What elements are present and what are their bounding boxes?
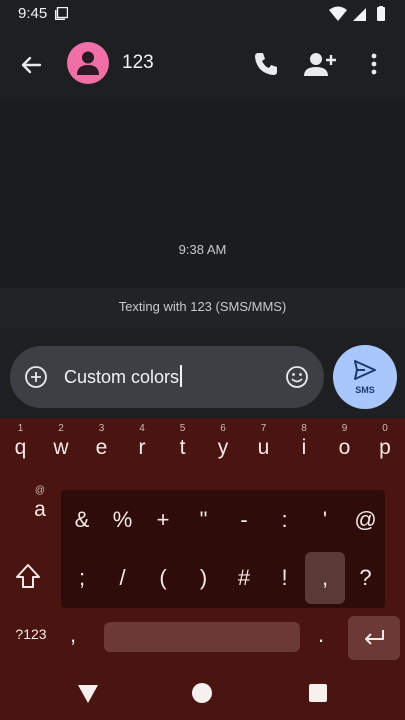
symbol-key[interactable]: :	[265, 494, 305, 546]
enter-icon	[365, 630, 384, 645]
key-w[interactable]: 2w	[41, 420, 81, 476]
symbol-key[interactable]: #	[224, 552, 264, 604]
navigation-bar	[0, 666, 405, 720]
key-u[interactable]: 7u	[244, 420, 284, 476]
status-bar: 9:45	[0, 0, 405, 28]
key-r[interactable]: 4r	[122, 420, 162, 476]
symbol-key[interactable]: "	[184, 494, 224, 546]
phone-icon[interactable]	[253, 51, 279, 77]
key-q[interactable]: 1q	[1, 420, 41, 476]
symbols-key[interactable]: ?123	[8, 626, 54, 650]
compose-bar: Custom colors SMS	[0, 328, 405, 418]
symbol-key[interactable]: &	[62, 494, 102, 546]
enter-key[interactable]	[348, 616, 400, 660]
key-hint: @	[34, 485, 46, 496]
symbol-key[interactable]: !	[265, 552, 305, 604]
person-icon	[77, 51, 99, 75]
symbol-key[interactable]: /	[103, 552, 143, 604]
send-label: SMS	[355, 385, 375, 395]
key-hint: 1	[17, 423, 24, 434]
avatar[interactable]	[67, 42, 109, 84]
key-hint: 2	[58, 423, 64, 434]
symbol-popup: &% + " -: ' @ ; /() #!,?	[61, 490, 385, 608]
symbol-key[interactable]: -	[224, 494, 264, 546]
conversation-header: 123	[0, 28, 405, 100]
status-icons	[329, 6, 385, 21]
send-icon	[354, 360, 376, 380]
nav-back-icon[interactable]	[77, 684, 99, 704]
key-hint: 0	[382, 423, 388, 434]
key-hint: 9	[341, 423, 348, 434]
add-contact-icon[interactable]	[304, 50, 336, 78]
message-input[interactable]: Custom colors	[64, 365, 183, 388]
key-y[interactable]: 6y	[203, 420, 243, 476]
notification-icon	[55, 7, 68, 20]
key-a[interactable]: @ a	[20, 482, 60, 538]
key-hint: 3	[98, 423, 105, 434]
symbol-key[interactable]: %	[103, 494, 143, 546]
symbol-key[interactable]: ;	[62, 552, 102, 604]
add-attachment-icon[interactable]	[24, 365, 48, 389]
back-arrow-icon[interactable]	[16, 50, 46, 80]
key-hint: 8	[301, 423, 307, 434]
nav-recents-icon[interactable]	[309, 684, 327, 702]
signal-icon	[353, 8, 366, 21]
key-t[interactable]: 5t	[163, 420, 203, 476]
key-hint: 6	[220, 423, 226, 434]
period-key[interactable]: .	[318, 622, 324, 648]
text-cursor	[180, 365, 183, 387]
key-i[interactable]: 8i	[284, 420, 324, 476]
symbol-key[interactable]: (	[143, 552, 183, 604]
symbol-key[interactable]: @	[346, 494, 386, 546]
symbol-key[interactable]: '	[305, 494, 345, 546]
texting-info: Texting with 123 (SMS/MMS)	[118, 299, 287, 314]
send-button[interactable]: SMS	[333, 345, 397, 409]
contact-name: 123	[122, 52, 154, 73]
symbol-key[interactable]: ?	[346, 552, 386, 604]
key-e[interactable]: 3e	[82, 420, 122, 476]
symbol-key[interactable]: +	[143, 494, 183, 546]
key-hint: 5	[179, 423, 186, 434]
key-o[interactable]: 9o	[325, 420, 365, 476]
nav-home-icon[interactable]	[192, 683, 212, 703]
key-hint: 7	[260, 423, 267, 434]
key-hint: 4	[139, 423, 145, 434]
comma-key[interactable]: ,	[70, 622, 76, 648]
emoji-icon[interactable]	[285, 365, 309, 389]
wifi-icon	[329, 6, 347, 21]
shift-icon[interactable]	[14, 562, 42, 590]
status-time: 9:45	[18, 5, 48, 22]
key-p[interactable]: 0p	[365, 420, 405, 476]
battery-icon	[377, 7, 385, 21]
compose-field[interactable]: Custom colors	[10, 346, 324, 408]
message-timestamp: 9:38 AM	[178, 242, 227, 257]
more-vert-icon[interactable]	[365, 50, 383, 78]
space-key[interactable]	[104, 622, 300, 652]
symbol-key[interactable]: )	[184, 552, 224, 604]
symbol-key[interactable]: ,	[305, 552, 345, 604]
info-banner: Texting with 123 (SMS/MMS)	[0, 288, 405, 328]
